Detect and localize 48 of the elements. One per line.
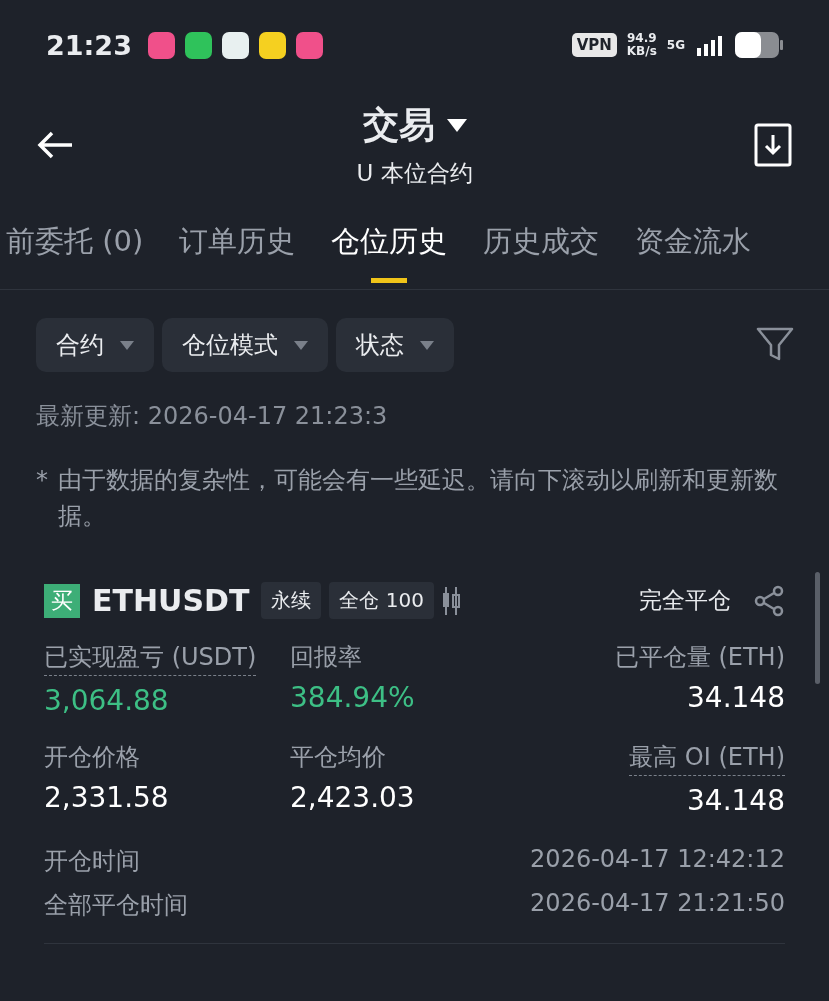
tab[interactable]: 历史成交 <box>483 222 600 282</box>
note-asterisk: * <box>36 465 48 496</box>
caret-icon <box>294 340 308 350</box>
filter-dropdown[interactable]: 状态 <box>336 318 454 372</box>
buy-badge: 买 <box>44 583 80 618</box>
stat-value: 34.148 <box>687 681 785 714</box>
last-updated-text: 最新更新: 2026-04-17 21:23:3 <box>35 401 389 432</box>
stat-value: 2,423.03 <box>290 781 416 814</box>
tab[interactable]: 资金流水 <box>635 222 752 282</box>
battery-icon <box>735 32 783 58</box>
stat-label: 回报率 <box>290 642 362 673</box>
delay-note: 由于数据的复杂性，可能会有一些延迟。请向下滚动以刷新和更新数据。 <box>58 465 779 532</box>
tab[interactable]: 前委托 (0) <box>6 222 144 282</box>
share-icon[interactable] <box>753 584 785 617</box>
stat-value: 384.94% <box>290 681 416 714</box>
close-status: 完全平仓 <box>639 586 731 615</box>
candlestick-icon[interactable] <box>441 584 460 617</box>
stat-label: 开仓价格 <box>44 742 140 773</box>
vpn-badge: VPN <box>571 33 617 57</box>
position-tag: 全仓 100 <box>329 582 434 619</box>
page-subtitle: U 本位合约 <box>356 159 473 188</box>
tab[interactable]: 仓位历史 <box>331 222 448 287</box>
caret-icon <box>420 340 434 350</box>
speed-unit: KB/s <box>626 45 657 58</box>
network-label: 5G <box>666 38 685 52</box>
stat-label: 平仓均价 <box>290 742 386 773</box>
symbol-name: ETHUSDT <box>92 583 250 618</box>
time-label: 全部平仓时间 <box>44 890 188 921</box>
status-time: 21:23 <box>46 29 132 61</box>
stat-value: 3,064.88 <box>44 684 170 717</box>
stat-value: 34.148 <box>687 784 785 817</box>
stat-label: 已实现盈亏 (USDT) <box>44 641 257 676</box>
stat-value: 2,331.58 <box>44 781 170 814</box>
speed-value: 94.9 <box>627 32 657 45</box>
stat-label: 已平仓量 (ETH) <box>614 642 785 673</box>
time-value: 2026-04-17 21:21:50 <box>530 889 785 919</box>
signal-icon <box>695 34 725 56</box>
dropdown-caret-icon[interactable] <box>446 119 467 132</box>
position-tag: 永续 <box>261 582 322 619</box>
tab[interactable]: 订单历史 <box>179 222 296 282</box>
scrollbar[interactable] <box>815 572 820 684</box>
time-label: 开仓时间 <box>44 846 140 877</box>
caret-icon <box>120 340 134 350</box>
page-title[interactable]: 交易 <box>362 101 435 150</box>
stat-label: 最高 OI (ETH) <box>629 741 785 776</box>
filter-dropdown[interactable]: 仓位模式 <box>162 318 328 372</box>
time-value: 2026-04-17 12:42:12 <box>530 845 785 875</box>
filter-dropdown[interactable]: 合约 <box>36 318 154 372</box>
